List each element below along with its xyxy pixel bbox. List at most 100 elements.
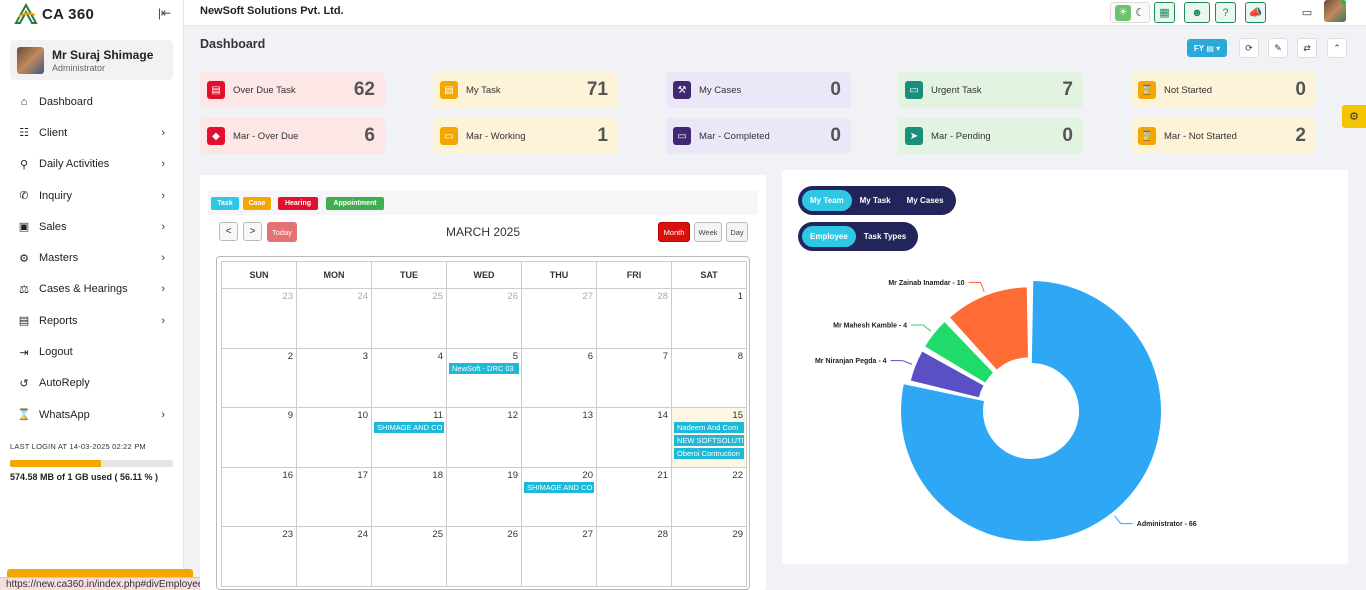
sidebar-item-whatsapp[interactable]: ⌛ WhatsApp › bbox=[0, 399, 183, 430]
calendar-day-cell[interactable]: 4 bbox=[371, 347, 447, 408]
day-number: 19 bbox=[507, 469, 518, 481]
month-view-button[interactable]: Month bbox=[658, 222, 690, 242]
settings-gear-icon[interactable]: ⚙ bbox=[1342, 105, 1366, 128]
calendar-day-cell[interactable]: 14 bbox=[596, 407, 672, 468]
sidebar-item-autoreply[interactable]: ↺ AutoReply bbox=[0, 368, 183, 399]
calendar-day-cell[interactable]: 9 bbox=[221, 407, 297, 468]
calendar-day-cell[interactable]: 24 bbox=[296, 526, 372, 587]
stat-card-mar-over-due[interactable]: ◆ Mar - Over Due 6 bbox=[200, 118, 385, 154]
moon-icon[interactable]: ☾ bbox=[1135, 6, 1145, 19]
calendar-day-cell[interactable]: 24 bbox=[296, 288, 372, 349]
theme-toggle[interactable]: ☀ ☾ bbox=[1110, 2, 1150, 23]
sidebar-item-label: Sales bbox=[39, 220, 67, 233]
calendar-day-cell[interactable]: 27 bbox=[521, 526, 597, 587]
calendar-day-cell[interactable]: 8 bbox=[671, 347, 747, 408]
stat-card-mar-completed[interactable]: ▭ Mar - Completed 0 bbox=[666, 118, 851, 154]
stat-card-mar-working[interactable]: ▭ Mar - Working 1 bbox=[433, 118, 618, 154]
user-card[interactable]: Mr Suraj Shimage Administrator bbox=[10, 40, 173, 80]
sidebar-item-label: Cases & Hearings bbox=[39, 283, 128, 296]
day-number: 1 bbox=[737, 291, 743, 302]
team-icon[interactable]: ☻ bbox=[1184, 2, 1210, 23]
stat-card-mar-not-started[interactable]: ⌛ Mar - Not Started 2 bbox=[1131, 118, 1316, 154]
stat-card-my-task[interactable]: ▤ My Task 71 bbox=[433, 72, 618, 108]
day-number: 23 bbox=[282, 291, 293, 302]
help-icon[interactable]: ? bbox=[1215, 2, 1236, 23]
sidebar-item-cases-hearings[interactable]: ⚖ Cases & Hearings › bbox=[0, 274, 183, 305]
calendar-day-cell[interactable]: 13 bbox=[521, 407, 597, 468]
calendar-day-cell[interactable]: 5 NewSoft - DRC 03 bbox=[446, 347, 522, 408]
calendar-day-cell[interactable]: 1 bbox=[671, 288, 747, 349]
donut-slice-administrator[interactable] bbox=[901, 281, 1161, 541]
calendar-day-cell[interactable]: 17 bbox=[296, 466, 372, 527]
calendar-day-cell[interactable]: 6 bbox=[521, 347, 597, 408]
pin-icon[interactable]: ✎ bbox=[1268, 38, 1288, 58]
calendar-event[interactable]: NewSoft - DRC 03 bbox=[449, 362, 519, 374]
calendar-day-cell[interactable]: 12 bbox=[446, 407, 522, 468]
sidebar-item-sales[interactable]: ▣ Sales › bbox=[0, 211, 183, 242]
calendar-event[interactable]: SHIMAGE AND CO bbox=[374, 422, 444, 433]
calendar-week-row: 9 10 11 SHIMAGE AND CO 12 13 14 15 Nadeem And Co… bbox=[221, 407, 747, 468]
day-number: 9 bbox=[287, 410, 293, 421]
calendar-event[interactable]: NEW SOFTSOLUTIO bbox=[674, 435, 744, 446]
announcement-icon[interactable]: 📣 bbox=[1245, 2, 1266, 23]
calendar-day-cell[interactable]: 7 bbox=[596, 347, 672, 408]
sidebar-item-logout[interactable]: ⇥ Logout bbox=[0, 336, 183, 367]
scale-icon: ⚖ bbox=[19, 283, 29, 296]
sidebar-item-masters[interactable]: ⚙ Masters › bbox=[0, 242, 183, 273]
qr-code-icon[interactable]: ▦ bbox=[1154, 2, 1175, 23]
calendar-legend: Task Case Hearing Appointment bbox=[208, 191, 758, 215]
calendar-day-cell[interactable]: 26 bbox=[446, 288, 522, 349]
stat-card-my-cases[interactable]: ⚒ My Cases 0 bbox=[666, 72, 851, 108]
calendar-event[interactable]: SHIMAGE AND CO bbox=[524, 481, 594, 493]
sidebar-item-label: AutoReply bbox=[39, 377, 90, 390]
calendar-day-cell[interactable]: 25 bbox=[371, 526, 447, 587]
stat-value: 0 bbox=[1062, 125, 1073, 146]
stat-card-over-due-task[interactable]: ▤ Over Due Task 62 bbox=[200, 72, 385, 108]
sidebar-item-reports[interactable]: ▤ Reports › bbox=[0, 305, 183, 336]
sidebar-item-dashboard[interactable]: ⌂ Dashboard bbox=[0, 86, 183, 117]
sidebar-item-label: Reports bbox=[39, 314, 78, 327]
calendar-day-cell[interactable]: 27 bbox=[521, 288, 597, 349]
stat-card-mar-pending[interactable]: ➤ Mar - Pending 0 bbox=[898, 118, 1083, 154]
stat-card-not-started[interactable]: ⌛ Not Started 0 bbox=[1131, 72, 1316, 108]
sidebar-item-inquiry[interactable]: ✆ Inquiry › bbox=[0, 180, 183, 211]
sidebar-item-client[interactable]: ☷ Client › bbox=[0, 117, 183, 148]
stat-card-urgent-task[interactable]: ▭ Urgent Task 7 bbox=[898, 72, 1083, 108]
calendar-event[interactable]: Oberoi Contruction bbox=[674, 448, 744, 459]
sync-icon[interactable]: ⇄ bbox=[1297, 38, 1317, 58]
calendar-event[interactable]: Nadeem And Com bbox=[674, 422, 744, 433]
calendar-day-cell[interactable]: 10 bbox=[296, 407, 372, 468]
calendar-day-cell[interactable]: 19 bbox=[446, 466, 522, 527]
calendar-day-cell[interactable]: 15 Nadeem And Com NEW SOFTSOLUTIO Oberoi Co… bbox=[671, 407, 747, 468]
calendar-day-cell[interactable]: 25 bbox=[371, 288, 447, 349]
fy-filter-button[interactable]: FY ▤ ▾ bbox=[1187, 39, 1227, 57]
collapse-icon[interactable]: ⌃ bbox=[1327, 38, 1347, 58]
day-view-button[interactable]: Day bbox=[726, 222, 748, 242]
calendar-day-cell[interactable]: 16 bbox=[221, 466, 297, 527]
refresh-icon[interactable]: ⟳ bbox=[1239, 38, 1259, 58]
calendar-day-cell[interactable]: 20 SHIMAGE AND CO bbox=[521, 466, 597, 527]
calendar-day-cell[interactable]: 23 bbox=[221, 526, 297, 587]
calendar-day-cell[interactable]: 18 bbox=[371, 466, 447, 527]
calendar-day-cell[interactable]: 26 bbox=[446, 526, 522, 587]
logo[interactable]: CA 360 |⇤ bbox=[0, 0, 183, 28]
sidebar-item-daily-activities[interactable]: ⚲ Daily Activities › bbox=[0, 149, 183, 180]
calendar-day-cell[interactable]: 28 bbox=[596, 288, 672, 349]
stat-value: 1 bbox=[597, 125, 608, 146]
week-view-button[interactable]: Week bbox=[694, 222, 722, 242]
day-number: 27 bbox=[582, 291, 593, 302]
calendar-day-cell[interactable]: 28 bbox=[596, 526, 672, 587]
calendar-day-cell[interactable]: 3 bbox=[296, 347, 372, 408]
hourglass-icon: ⌛ bbox=[1138, 127, 1156, 145]
chat-icon[interactable]: ▭ bbox=[1297, 2, 1317, 23]
calendar-day-cell[interactable]: 29 bbox=[671, 526, 747, 587]
calendar-day-cell[interactable]: 2 bbox=[221, 347, 297, 408]
calendar-day-cell[interactable]: 22 bbox=[671, 466, 747, 527]
day-number: 18 bbox=[432, 469, 443, 481]
calendar-day-cell[interactable]: 21 bbox=[596, 466, 672, 527]
calendar-day-cell[interactable]: 11 SHIMAGE AND CO bbox=[371, 407, 447, 468]
calendar-day-cell[interactable]: 23 bbox=[221, 288, 297, 349]
donut-label: Administrator - 66 bbox=[1137, 521, 1197, 528]
sun-icon[interactable]: ☀ bbox=[1115, 4, 1132, 21]
collapse-sidebar-icon[interactable]: |⇤ bbox=[158, 6, 171, 20]
